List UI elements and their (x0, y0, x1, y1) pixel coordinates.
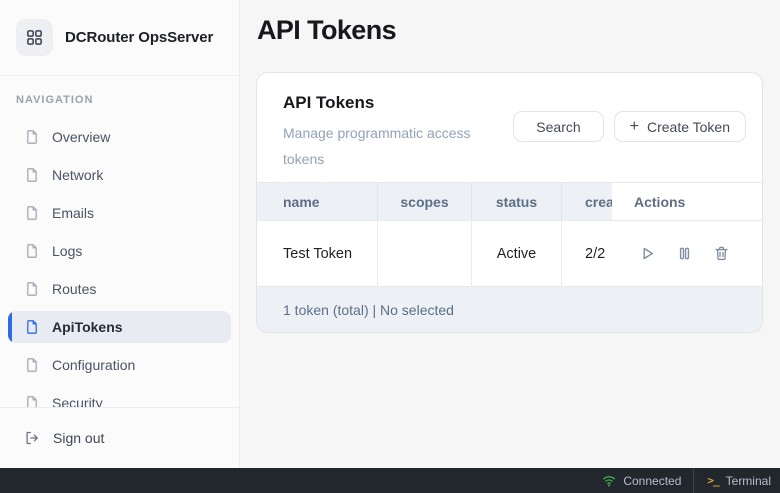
nav-list: Overview Network Emails Logs (0, 121, 239, 407)
create-token-label: Create Token (647, 119, 730, 135)
run-token-button[interactable] (638, 245, 656, 263)
create-token-button[interactable]: + Create Token (614, 111, 746, 142)
sidebar-item-label: Configuration (52, 357, 135, 373)
sidebar-item-label: Routes (52, 281, 96, 297)
page-title: API Tokens (257, 15, 764, 45)
sidebar-item-label: Overview (52, 129, 110, 145)
sidebar-item-network[interactable]: Network (8, 159, 231, 191)
sidebar-item-security[interactable]: Security (8, 387, 231, 407)
column-header-created: created (562, 183, 612, 220)
cell-token-created: 2/2 (562, 221, 612, 286)
search-button[interactable]: Search (513, 111, 603, 142)
sidebar-item-configuration[interactable]: Configuration (8, 349, 231, 381)
document-icon (24, 129, 40, 145)
token-count-summary: 1 token (total) | No selected (283, 302, 454, 318)
cell-token-status: Active (472, 221, 562, 286)
sidebar-item-label: Network (52, 167, 103, 183)
table-row: Test Token Active 2/2 (257, 220, 762, 286)
content-area: DCRouter OpsServer NAVIGATION Overview N… (0, 0, 780, 468)
plus-icon: + (630, 119, 639, 135)
sidebar: DCRouter OpsServer NAVIGATION Overview N… (0, 0, 240, 468)
wifi-icon (602, 474, 616, 487)
document-icon (24, 357, 40, 373)
cell-token-actions (612, 221, 762, 286)
document-icon (24, 395, 40, 407)
sidebar-item-label: ApiTokens (52, 319, 123, 335)
card-actions: Search + Create Token (513, 111, 746, 142)
card-subtitle: Manage programmatic access tokens (283, 120, 508, 172)
document-icon (24, 281, 40, 297)
tokens-table: name scopes status created Actions Test … (257, 182, 762, 332)
sidebar-item-label: Emails (52, 205, 94, 221)
sidebar-item-routes[interactable]: Routes (8, 273, 231, 305)
sidebar-item-label: Logs (52, 243, 82, 259)
sidebar-item-overview[interactable]: Overview (8, 121, 231, 153)
api-tokens-card: API Tokens Manage programmatic access to… (256, 72, 763, 333)
column-header-name: name (257, 183, 378, 220)
sidebar-item-logs[interactable]: Logs (8, 235, 231, 267)
column-header-actions: Actions (612, 183, 762, 220)
nav-section-label: NAVIGATION (16, 94, 223, 106)
table-footer: 1 token (total) | No selected (257, 286, 762, 332)
main-panel: API Tokens API Tokens Manage programmati… (240, 0, 780, 468)
logout-icon (24, 430, 40, 446)
sidebar-item-label: Security (52, 395, 103, 407)
card-header: API Tokens Manage programmatic access to… (257, 73, 762, 182)
document-icon (24, 205, 40, 221)
cell-token-name: Test Token (257, 221, 378, 286)
table-header-row: name scopes status created Actions (257, 182, 762, 220)
trash-icon (713, 245, 730, 262)
brand-header: DCRouter OpsServer (0, 0, 239, 76)
document-icon (24, 243, 40, 259)
brand-name: DCRouter OpsServer (65, 29, 213, 46)
pause-icon (676, 245, 693, 262)
pause-token-button[interactable] (675, 245, 693, 263)
app-logo-icon (16, 19, 53, 56)
delete-token-button[interactable] (712, 245, 730, 263)
status-bar: Connected >_ Terminal (0, 468, 780, 493)
terminal-button[interactable]: >_ Terminal (693, 468, 780, 493)
sidebar-nav: NAVIGATION Overview Network Emails (0, 76, 239, 407)
play-icon (639, 245, 656, 262)
app-window: DCRouter OpsServer NAVIGATION Overview N… (0, 0, 780, 493)
sidebar-item-emails[interactable]: Emails (8, 197, 231, 229)
card-heading-group: API Tokens Manage programmatic access to… (283, 93, 508, 172)
sign-out-button[interactable]: Sign out (0, 407, 239, 468)
terminal-icon: >_ (707, 474, 718, 487)
card-title: API Tokens (283, 93, 508, 113)
document-icon (24, 319, 40, 335)
connection-status-label: Connected (623, 474, 681, 488)
sidebar-item-apitokens[interactable]: ApiTokens (8, 311, 231, 343)
column-header-scopes: scopes (378, 183, 472, 220)
column-header-status: status (472, 183, 562, 220)
connection-status: Connected (590, 468, 693, 493)
sign-out-label: Sign out (53, 430, 104, 446)
terminal-label: Terminal (726, 474, 771, 488)
cell-token-scopes (378, 221, 472, 286)
document-icon (24, 167, 40, 183)
